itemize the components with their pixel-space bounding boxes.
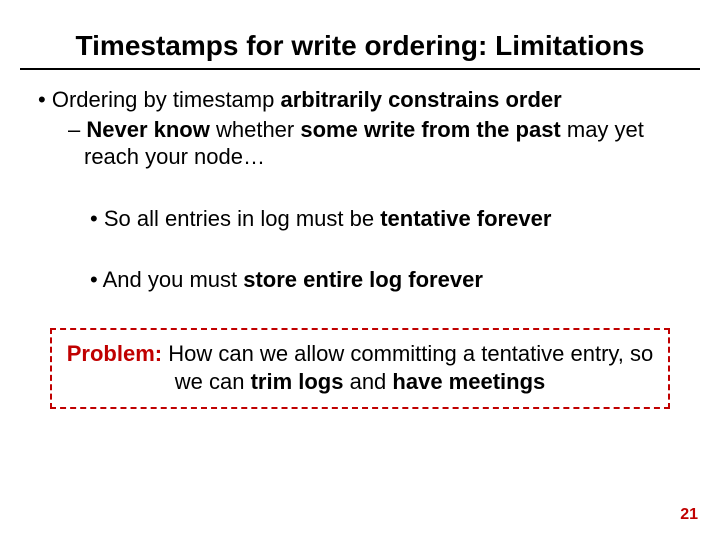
bullet-level3: So all entries in log must be tentative … [90,205,700,233]
text-bold: Never know [86,117,216,142]
problem-label: Problem: [67,341,168,366]
page-number: 21 [680,506,698,524]
slide: Timestamps for write ordering: Limitatio… [0,0,720,429]
text-bold: store entire log forever [243,267,483,292]
bullet-level1: Ordering by timestamp arbitrarily constr… [38,86,700,114]
bullet-level3: And you must store entire log forever [90,266,700,294]
text: whether [216,117,300,142]
text: and [343,369,392,394]
text: Ordering by timestamp [52,87,281,112]
text: So all entries in log must be [104,206,380,231]
text-bold: some write from the past [300,117,567,142]
text-bold: have meetings [392,369,545,394]
text-bold: tentative forever [380,206,551,231]
text: And you must [103,267,244,292]
bullet-level2: Never know whether some write from the p… [68,116,700,171]
slide-title: Timestamps for write ordering: Limitatio… [20,30,700,70]
text-bold: trim logs [251,369,344,394]
text-bold: arbitrarily constrains order [280,87,561,112]
problem-box: Problem: How can we allow committing a t… [50,328,670,409]
